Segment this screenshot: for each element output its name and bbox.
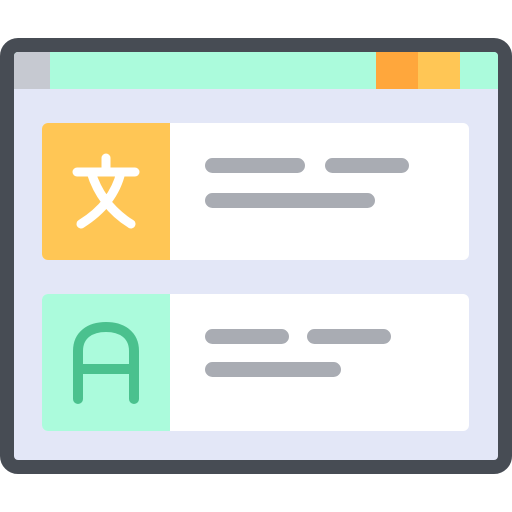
window-button-yellow[interactable]	[418, 52, 460, 89]
language-card-latin[interactable]: A	[42, 294, 469, 431]
chinese-character-icon	[72, 153, 140, 228]
text-placeholder-line	[307, 329, 391, 344]
app-window: 文 A	[0, 38, 512, 474]
text-placeholder-line	[205, 158, 305, 173]
title-bar-left-segment	[14, 52, 50, 89]
latin-language-badge: A	[42, 294, 170, 431]
text-placeholder-line	[205, 193, 375, 208]
text-placeholder-line	[205, 362, 341, 377]
text-placeholder-line	[325, 158, 409, 173]
title-bar	[14, 52, 498, 89]
window-button-orange[interactable]	[376, 52, 418, 89]
language-card-chinese[interactable]: 文	[42, 123, 469, 260]
chinese-language-badge: 文	[42, 123, 170, 260]
latin-letter-icon	[73, 321, 139, 404]
text-placeholder-line	[205, 329, 289, 344]
